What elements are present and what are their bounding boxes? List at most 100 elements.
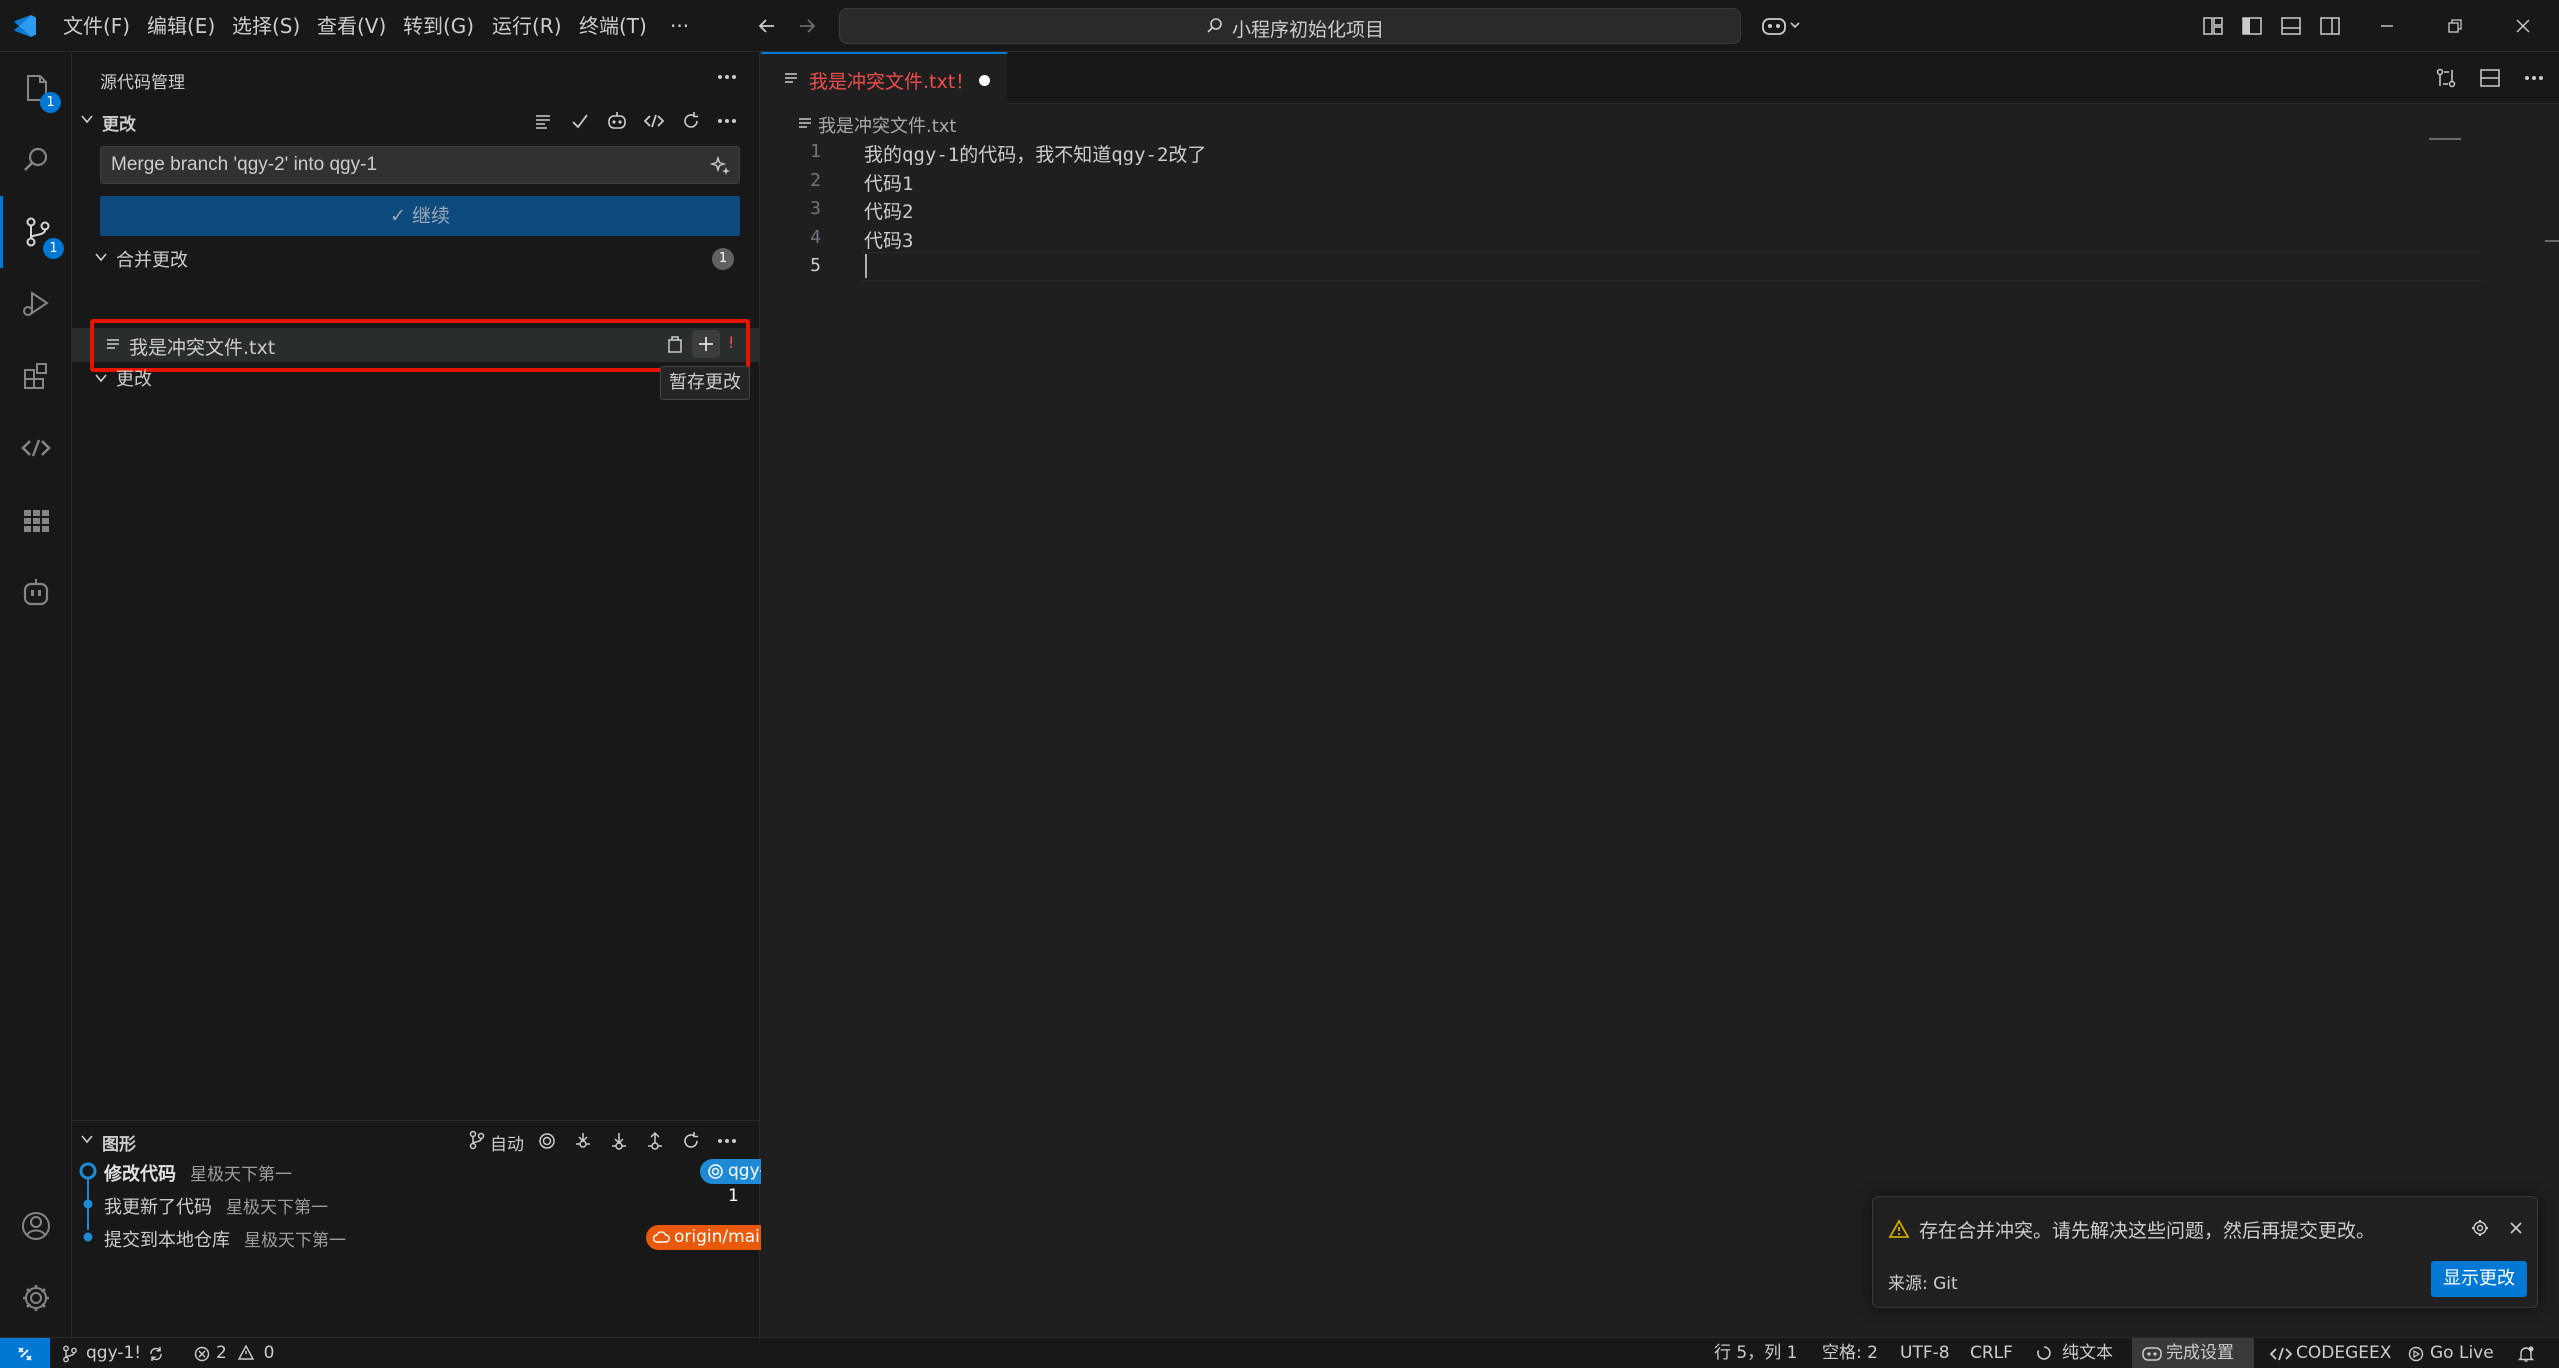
editor-more-icon[interactable] [2519,64,2549,92]
command-center-search[interactable]: 小程序初始化项目 [839,8,1741,44]
language-mode-status[interactable]: 纯文本 [2036,1338,2113,1368]
push-icon[interactable] [640,1126,670,1156]
compare-changes-icon[interactable] [2431,64,2461,92]
extensions-icon[interactable] [0,340,72,412]
branch-icon[interactable] [464,1126,490,1154]
menu-edit[interactable]: 编辑(E) [147,0,215,52]
codegeex-commit-icon[interactable] [639,106,669,136]
code-area[interactable]: 1 我的qgy-1的代码，我不知道qgy-2改了 2 代码1 3 代码2 4 代… [761,138,2481,281]
breadcrumb[interactable]: 我是冲突文件.txt [818,112,957,138]
notification-close-icon[interactable] [2503,1215,2529,1241]
commit-row[interactable]: 我更新了代码 星极天下第一 [104,1193,744,1218]
menu-selection[interactable]: 选择(S) [232,0,300,52]
editor-tab-active[interactable]: 我是冲突文件.txt！ [761,52,1007,104]
graph-more-icon[interactable] [712,1126,742,1156]
menu-more[interactable]: ··· [670,0,689,52]
commit-author: 星极天下第一 [244,1231,347,1251]
changes-sub-chevron-icon[interactable] [92,369,110,387]
git-branch-status[interactable]: qgy-1! [62,1338,141,1368]
search-view-icon[interactable] [0,124,72,196]
ai-assistant-icon[interactable] [602,106,632,136]
problems-status[interactable]: 2 0 [194,1338,274,1368]
settings-gear-icon[interactable] [0,1262,72,1334]
changes-section-title[interactable]: 更改 [102,110,136,135]
customize-layout-icon[interactable] [2200,13,2226,39]
graph-section-title[interactable]: 图形 [102,1130,136,1155]
go-live-status[interactable]: Go Live [2408,1338,2494,1368]
split-editor-icon[interactable] [2475,64,2505,92]
toggle-primary-sidebar-icon[interactable] [2239,13,2265,39]
chevron-down-icon[interactable] [78,110,96,128]
graph-refresh-icon[interactable] [676,1126,706,1156]
indentation-status[interactable]: 空格: 2 [1822,1338,1878,1368]
minimap[interactable] [2429,138,2461,144]
eol-status[interactable]: CRLF [1970,1338,2013,1368]
finish-setup-status[interactable]: 完成设置 [2132,1338,2254,1368]
pull-icon[interactable] [604,1126,634,1156]
fetch-icon[interactable] [568,1126,598,1156]
restore-icon[interactable] [2440,13,2470,39]
back-arrow-icon[interactable] [752,12,782,40]
status-bar: qgy-1! 2 0 行 5，列 1 空格: 2 UTF-8 CRLF 纯文本 … [0,1337,2559,1368]
merge-chevron-down-icon[interactable] [92,248,110,266]
notification-toast: 存在合并冲突。请先解决这些问题，然后再提交更改。 来源: Git 显示更改 [1872,1196,2538,1308]
merge-changes-label[interactable]: 合并更改 [116,246,188,272]
menu-view[interactable]: 查看(V) [317,0,386,52]
changes-more-icon[interactable] [712,106,742,136]
forward-arrow-icon[interactable] [792,12,822,40]
remote-indicator-icon[interactable] [0,1338,50,1368]
menu-go[interactable]: 转到(G) [403,0,474,52]
target-icon[interactable] [532,1126,562,1156]
conflict-file-name: 我是冲突文件.txt [129,337,276,359]
notification-settings-icon[interactable] [2467,1215,2493,1241]
sync-icon[interactable] [146,1344,166,1364]
graph-auto-label[interactable]: 自动 [490,1130,524,1155]
commit-check-icon[interactable] [565,106,595,136]
refresh-icon[interactable] [676,106,706,136]
explorer-icon[interactable]: 1 [0,52,72,124]
sparkle-generate-icon[interactable] [709,154,733,178]
line-number: 5 [810,255,821,276]
toggle-secondary-sidebar-icon[interactable] [2317,13,2343,39]
copilot-icon[interactable] [1758,12,1808,40]
close-window-icon[interactable] [2508,13,2538,39]
more-actions-icon[interactable] [712,64,742,90]
run-debug-icon[interactable] [0,268,72,340]
code-line: 代码3 [864,229,914,252]
minimize-icon[interactable] [2372,13,2402,39]
toggle-panel-icon[interactable] [2278,13,2304,39]
breadcrumb-file-icon [797,116,813,132]
graph-chevron-down-icon[interactable] [78,1130,96,1148]
view-as-list-icon[interactable] [528,106,558,136]
scrollbar-indicator[interactable] [2545,240,2559,242]
menu-run[interactable]: 运行(R) [492,0,562,52]
vscode-logo-icon [10,12,40,40]
account-icon[interactable] [0,1190,72,1262]
open-file-icon[interactable] [662,332,688,358]
menu-terminal[interactable]: 终端(T) [579,0,647,52]
notifications-bell-icon[interactable] [2515,1343,2537,1365]
conflict-status-badge: ! [728,333,735,352]
cursor-position[interactable]: 行 5，列 1 [1714,1338,1797,1368]
continue-button[interactable]: ✓ 继续 [100,196,740,236]
code-line: 代码2 [864,201,914,223]
commit-row[interactable]: 提交到本地仓库 星极天下第一 origin/main [104,1225,780,1251]
changes-sub-label[interactable]: 更改 [116,365,152,391]
commit-message: 修改代码 [104,1164,176,1185]
show-changes-button[interactable]: 显示更改 [2431,1261,2527,1297]
commit-message: 我更新了代码 [104,1197,212,1218]
notification-message: 存在合并冲突。请先解决这些问题，然后再提交更改。 [1919,1220,2376,1242]
apps-grid-icon[interactable] [0,484,72,556]
codegeex-icon[interactable] [0,412,72,484]
codegeex-status[interactable]: CODEGEEX [2270,1338,2391,1368]
source-control-icon[interactable]: 1 [0,196,72,268]
commit-row[interactable]: 修改代码 星极天下第一 qgy-1 [104,1159,834,1206]
text-file-icon [104,336,122,354]
robot-icon[interactable] [0,556,72,628]
conflict-file-row[interactable]: 我是冲突文件.txt ! [72,328,759,362]
stage-changes-plus-icon[interactable] [692,330,720,358]
encoding-status[interactable]: UTF-8 [1900,1338,1950,1368]
commit-message-input[interactable]: Merge branch 'qgy-2' into qgy-1 [100,146,740,184]
unsaved-dot-icon[interactable] [979,75,990,86]
menu-file[interactable]: 文件(F) [63,0,130,52]
